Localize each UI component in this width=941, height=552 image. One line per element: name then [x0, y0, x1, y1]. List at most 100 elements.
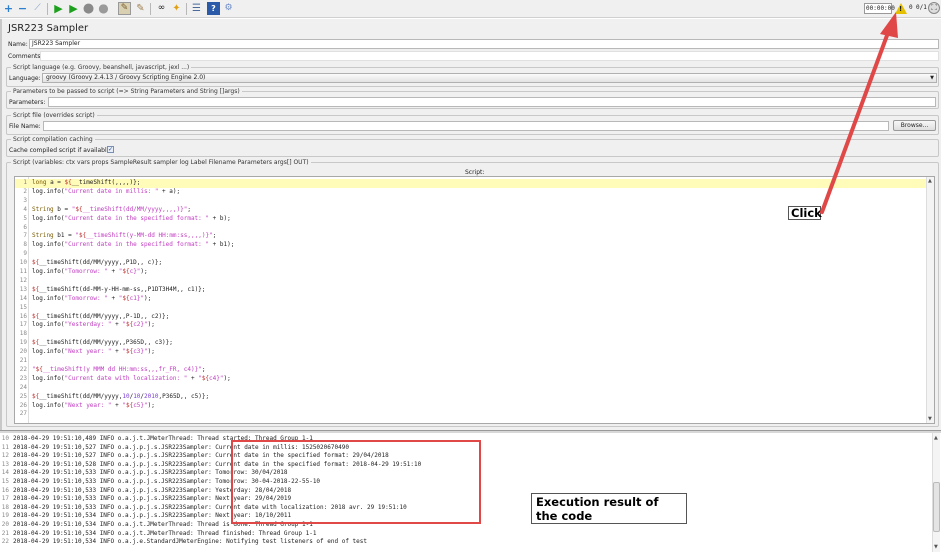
line-number: 16 [19, 312, 27, 320]
code-line[interactable]: 11 log.info("Tomorrow: " + "${c}"); [15, 268, 927, 277]
code-line[interactable]: 13 ${__timeShift(dd-MM-y-HH-mm-ss,,P1DT3H… [15, 286, 927, 295]
parameters-group: Parameters to be passed to script (=> St… [6, 88, 939, 109]
parameters-field[interactable] [48, 97, 936, 107]
log-scroll-thumb[interactable] [933, 482, 940, 532]
browse-button[interactable]: Browse... [893, 120, 936, 131]
log-line-number: 19 [1, 512, 9, 520]
editor-scrollbar[interactable]: ▲ ▼ [926, 177, 934, 423]
file-name-label: File Name: [9, 123, 41, 130]
remote-icon[interactable]: ⚙ [222, 2, 235, 15]
shutdown-icon[interactable]: ● [97, 2, 110, 15]
cache-checkbox[interactable]: ✓ [107, 146, 114, 153]
elapsed-timer: 00:00:00 [864, 3, 895, 14]
code-line[interactable]: 9 [15, 250, 927, 259]
line-number: 11 [19, 268, 27, 275]
toggle-icon[interactable]: ⟋ [31, 2, 44, 15]
stop-icon[interactable]: ● [82, 2, 95, 15]
expand-icon[interactable]: ⛶ [928, 2, 940, 14]
file-name-field[interactable] [43, 121, 889, 131]
comments-label: Comments: [8, 53, 43, 60]
code-line[interactable]: 2 log.info("Current date in millis: " + a… [15, 188, 927, 197]
code-line[interactable]: 26 log.info("Next year: " + "${c5}"); [15, 402, 927, 411]
parameters-label: Parameters: [9, 99, 46, 106]
collapse-all-icon[interactable]: − [16, 2, 29, 15]
name-label: Name: [8, 41, 28, 48]
code-line[interactable]: 15 [15, 304, 927, 313]
line-number: 10 [19, 259, 27, 267]
log-line-number: 17 [1, 495, 9, 503]
code-line[interactable]: 25 ${__timeShift(dd/MM/yyyy,10/10/2010,P3… [15, 393, 927, 402]
script-language-title: Script language (e.g. Groovy, beanshell,… [11, 64, 192, 71]
line-number: 20 [19, 348, 27, 356]
log-line-number: 13 [1, 460, 9, 468]
clear-all-icon[interactable]: ✎ [134, 2, 147, 15]
log-line-number: 10 [1, 435, 9, 442]
code-line[interactable]: 6 [15, 224, 927, 233]
scroll-down-icon[interactable]: ▼ [934, 544, 938, 550]
line-number: 15 [19, 303, 27, 311]
toolbar-separator [150, 3, 151, 15]
line-number: 9 [23, 250, 27, 258]
line-number: 13 [19, 285, 27, 293]
code-line[interactable]: 23 log.info("Current date with localizati… [15, 375, 927, 384]
code-line[interactable]: 1 long a = ${__timeShift(,,,,)}; [15, 179, 927, 188]
sampler-panel: JSR223 Sampler Name: JSR223 Sampler Comm… [0, 19, 941, 430]
script-file-title: Script file (overrides script) [11, 112, 97, 119]
execution-result-highlight [231, 440, 481, 524]
scroll-up-icon[interactable]: ▲ [928, 178, 932, 184]
code-line[interactable]: 10 ${__timeShift(dd/MM/yyyy,,P1D,, c)}; [15, 259, 927, 268]
code-line[interactable]: 12 [15, 277, 927, 286]
scroll-up-icon[interactable]: ▲ [934, 435, 938, 441]
toolbar: + − ⟋ ▶ ▶ ● ● ✎ ✎ ∞ ✦ ☰ ? ⚙ 00:00:00 ! 0… [0, 0, 941, 18]
help-icon[interactable]: ? [207, 2, 220, 15]
line-number: 1 [23, 179, 27, 186]
line-number: 25 [19, 392, 27, 400]
code-line[interactable]: 3 [15, 197, 927, 206]
line-number: 7 [23, 232, 27, 240]
cache-label: Cache compiled script if available: [9, 147, 113, 154]
language-value: groovy (Groovy 2.4.13 / Groovy Scripting… [46, 74, 206, 81]
name-field[interactable]: JSR223 Sampler [29, 39, 939, 49]
code-line[interactable]: 8 log.info("Current date in the specified… [15, 241, 927, 250]
code-line[interactable]: 20 log.info("Next year: " + "${c3}"); [15, 348, 927, 357]
code-line[interactable]: 19 ${__timeShift(dd/MM/yyyy,,P365D,, c3)}… [15, 339, 927, 348]
line-number: 17 [19, 321, 27, 329]
line-number: 4 [23, 205, 27, 213]
code-line[interactable]: 14 log.info("Tomorrow: " + "${c1}"); [15, 295, 927, 304]
code-line[interactable]: 21 [15, 357, 927, 366]
line-number: 24 [19, 383, 27, 391]
click-callout: Click [788, 206, 822, 220]
comments-field[interactable] [40, 51, 939, 61]
script-title: Script (variables: ctx vars props Sample… [11, 159, 311, 166]
expand-all-icon[interactable]: + [2, 2, 15, 15]
script-header: Script: [465, 169, 485, 176]
line-number: 14 [19, 294, 27, 302]
script-file-group: Script file (overrides script) File Name… [6, 112, 939, 135]
language-select[interactable]: groovy (Groovy 2.4.13 / Groovy Scripting… [42, 73, 937, 83]
code-line[interactable]: 24 [15, 384, 927, 393]
language-label: Language: [9, 75, 41, 82]
scroll-down-icon[interactable]: ▼ [928, 416, 932, 422]
line-number: 21 [19, 357, 27, 364]
code-line[interactable]: 17 log.info("Yesterday: " + "${c2}"); [15, 321, 927, 330]
toolbar-separator [186, 3, 187, 15]
code-line[interactable]: 7 String b1 = "${__timeShift(y-MM-dd HH:m… [15, 232, 927, 241]
code-line[interactable]: 27 [15, 410, 927, 419]
code-line[interactable]: 16 ${__timeShift(dd/MM/yyyy,,P-1D,, c2)}; [15, 313, 927, 322]
reset-search-icon[interactable]: ✦ [170, 2, 183, 15]
log-text: 2018-04-29 19:51:10,534 INFO o.a.j.t.JMe… [13, 529, 317, 537]
line-number: 2 [23, 187, 27, 195]
start-no-pauses-icon[interactable]: ▶ [67, 2, 80, 15]
line-number: 3 [23, 196, 27, 204]
search-icon[interactable]: ∞ [155, 2, 168, 15]
log-line-number: 22 [1, 538, 9, 546]
function-helper-icon[interactable]: ☰ [190, 2, 203, 15]
line-number: 18 [19, 330, 27, 338]
start-icon[interactable]: ▶ [52, 2, 65, 15]
clear-icon[interactable]: ✎ [118, 2, 131, 15]
log-scrollbar[interactable]: ▲ ▼ [932, 433, 940, 552]
code-line[interactable]: 22 "${__timeShift(y MMM dd HH:mm:ss,,,fr_… [15, 366, 927, 375]
chevron-down-icon: ▼ [930, 75, 934, 81]
code-line[interactable]: 18 [15, 330, 927, 339]
warning-mark: ! [899, 5, 903, 13]
